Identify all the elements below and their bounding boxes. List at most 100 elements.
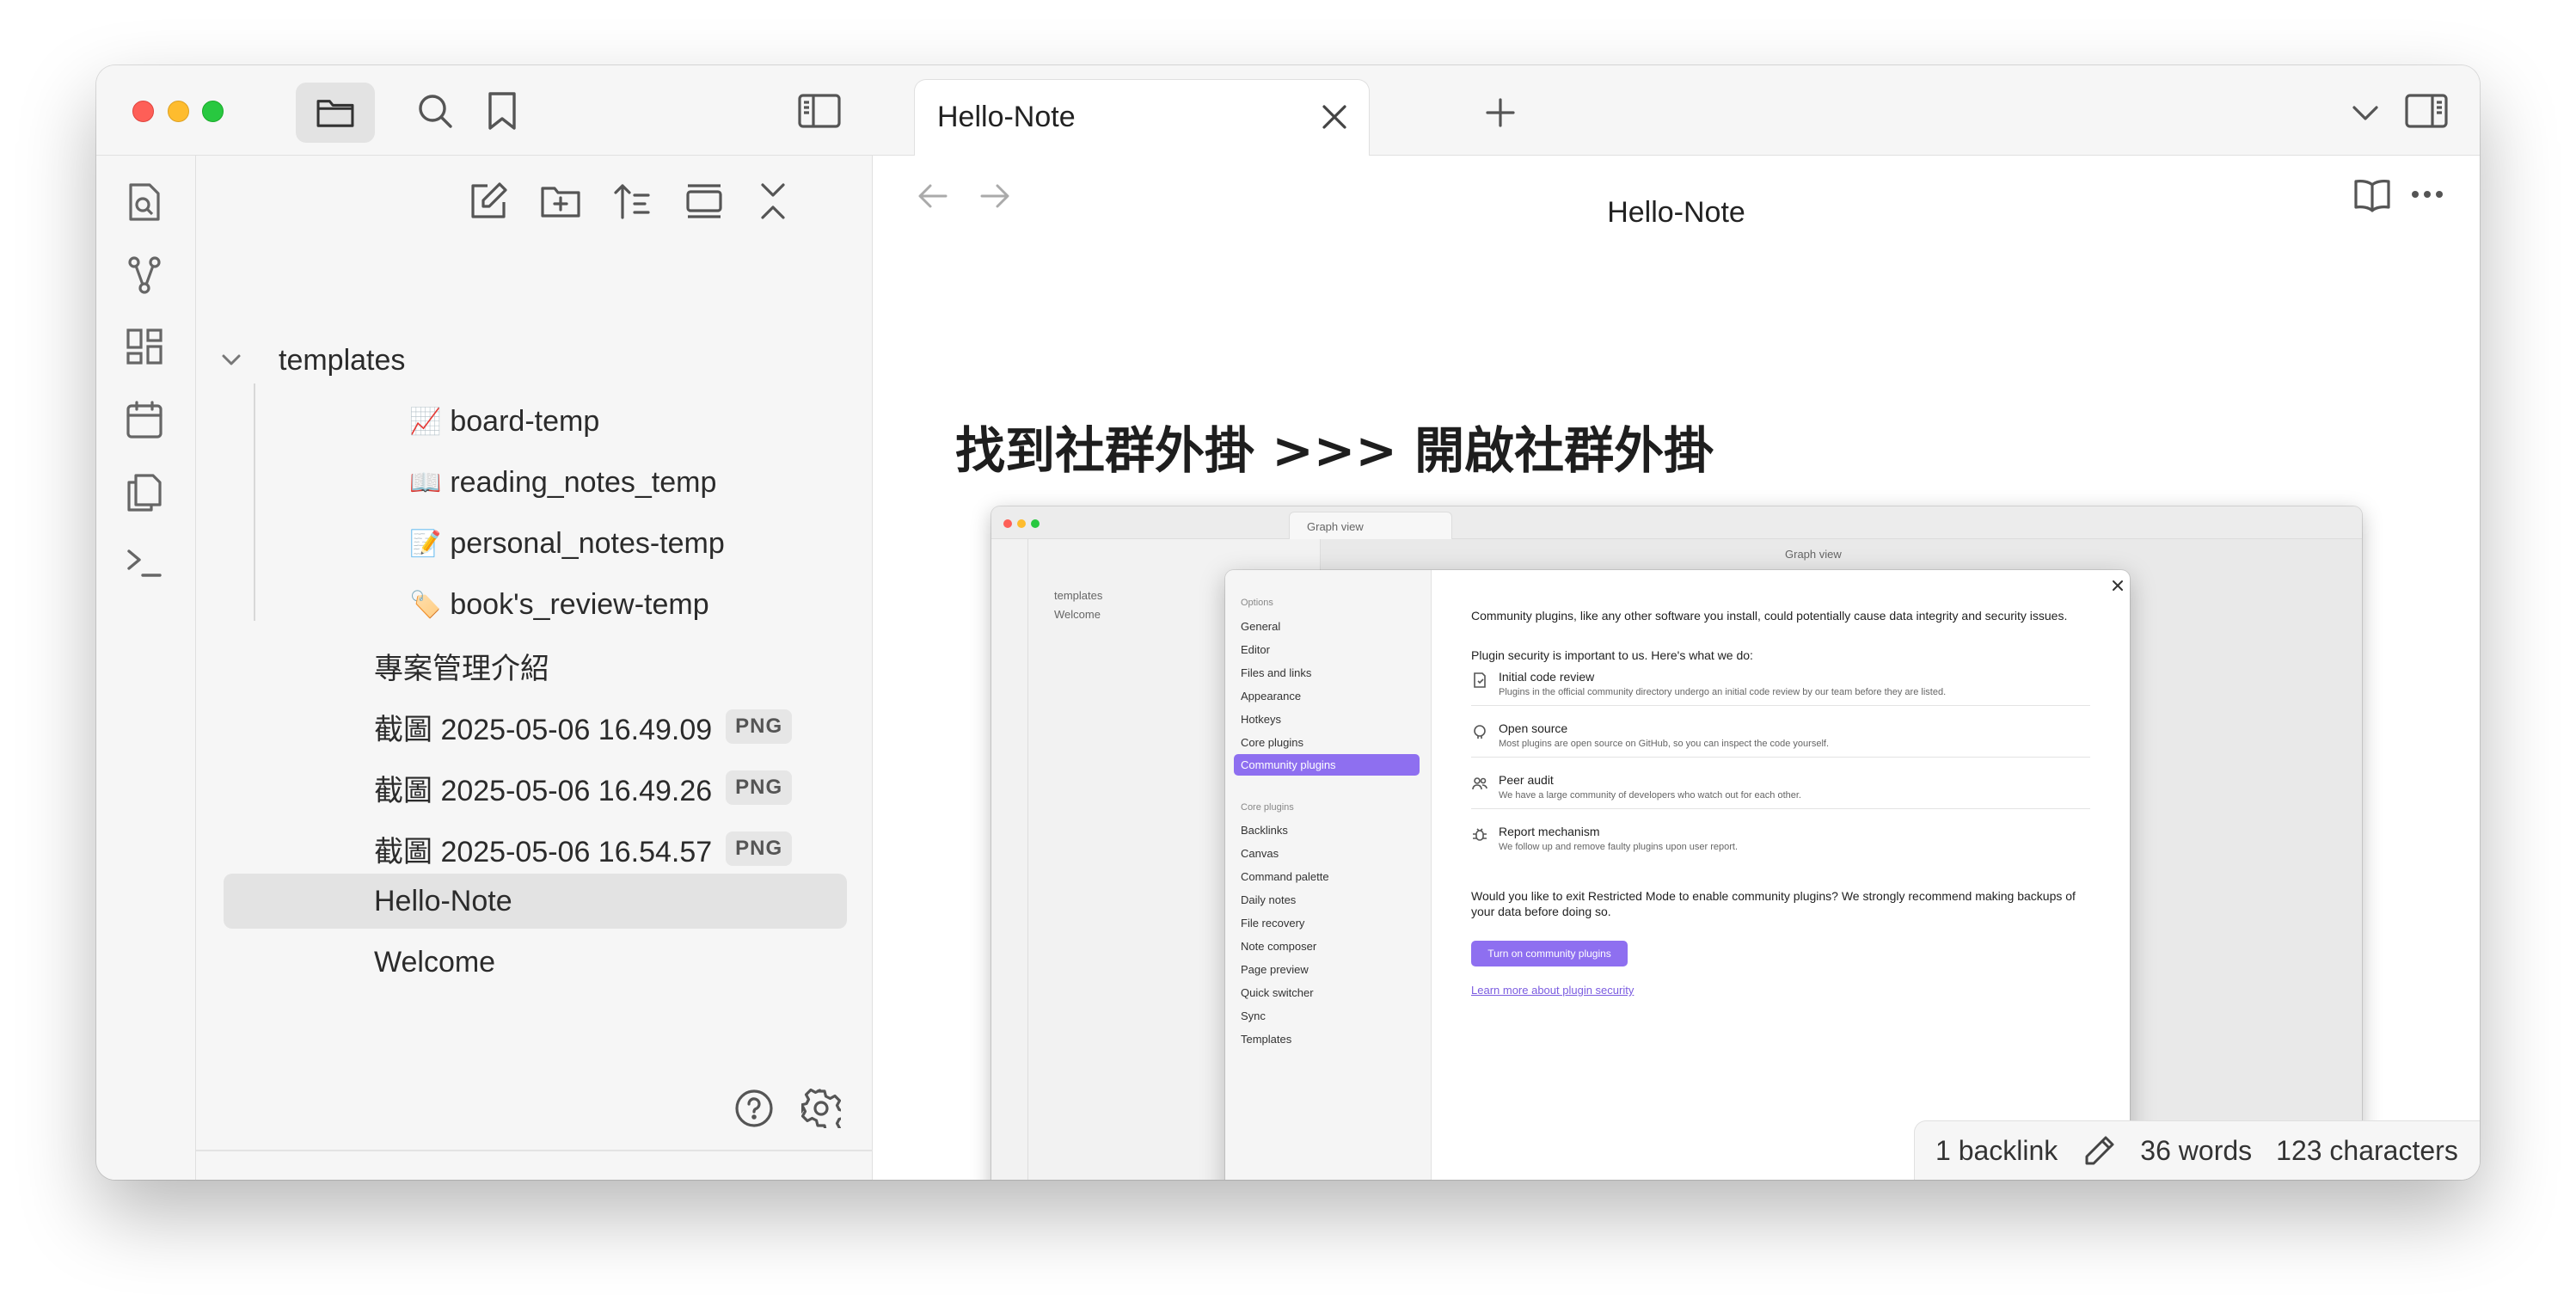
feature-title: Initial code review <box>1499 670 1595 684</box>
code-review-icon <box>1471 672 1488 689</box>
reading-view-icon[interactable] <box>2353 178 2391 212</box>
tab-bar: Hello-Note <box>873 65 2480 156</box>
file-item[interactable]: 截圖 2025-05-06 16.54.57 PNG <box>374 821 793 876</box>
file-item[interactable]: Welcome <box>374 935 495 990</box>
settings-nav: Options General Editor Files and links A… <box>1225 570 1432 1180</box>
settings-nav-item: Command palette <box>1241 870 1329 883</box>
minimize-window-button[interactable] <box>168 101 189 122</box>
new-note-icon[interactable] <box>469 181 508 221</box>
graph-view-icon[interactable] <box>126 255 163 295</box>
help-icon[interactable] <box>831 1179 870 1180</box>
file-item[interactable]: 📈 board-temp <box>409 394 599 449</box>
settings-nav-item: Canvas <box>1241 847 1279 860</box>
feature-desc: Most plugins are open source on GitHub, … <box>1499 739 1829 749</box>
new-folder-icon[interactable] <box>540 183 581 219</box>
templates-icon[interactable] <box>126 472 163 513</box>
feature-desc: We follow up and remove faulty plugins u… <box>1499 842 1739 852</box>
quick-switcher-icon[interactable] <box>126 181 163 223</box>
settings-nav-item: Page preview <box>1241 963 1309 976</box>
settings-nav-item: Backlinks <box>1241 824 1288 837</box>
embedded-ribbon <box>991 539 1028 1180</box>
note-heading: 找到社群外掛 >>> 開啟社群外掛 <box>955 421 1714 480</box>
settings-nav-item: Quick switcher <box>1241 986 1314 999</box>
ribbon <box>96 156 196 1180</box>
auto-reveal-icon[interactable] <box>684 183 724 219</box>
bookmark-icon[interactable] <box>487 91 518 131</box>
file-item[interactable]: 截圖 2025-05-06 16.49.09 PNG <box>374 699 793 754</box>
file-item-active[interactable]: Hello-Note <box>374 874 512 929</box>
sort-icon[interactable] <box>612 181 652 221</box>
settings-nav-item: Editor <box>1241 643 1270 656</box>
feature-desc: We have a large community of developers … <box>1499 790 1801 801</box>
sidebar-toggle-icon[interactable] <box>798 94 841 128</box>
file-item[interactable]: 📖 reading_notes_temp <box>409 455 716 510</box>
note-title: Hello-Note <box>1607 196 1745 229</box>
zoom-window-button[interactable] <box>202 101 224 122</box>
tab-hello-note[interactable]: Hello-Note <box>914 79 1370 156</box>
settings-gear-icon[interactable] <box>801 1089 841 1128</box>
chart-emoji-icon: 📈 <box>409 406 442 437</box>
new-tab-icon[interactable] <box>1485 97 1516 128</box>
calendar-icon[interactable] <box>126 400 163 439</box>
word-count: 36 words <box>2140 1134 2253 1166</box>
community-intro: Community plugins, like any other softwa… <box>1471 609 2068 623</box>
divider <box>1471 705 2090 706</box>
chevron-down-icon[interactable] <box>220 349 242 371</box>
settings-section-header: Core plugins <box>1241 802 1294 813</box>
canvas-icon[interactable] <box>126 328 163 365</box>
turn-on-community-plugins-button: Turn on community plugins <box>1471 941 1628 966</box>
edit-pencil-icon[interactable] <box>2083 1134 2116 1167</box>
search-icon[interactable] <box>416 92 454 130</box>
folder-icon[interactable] <box>296 83 375 143</box>
settings-nav-item: Templates <box>1241 1033 1292 1046</box>
feature-title: Report mechanism <box>1499 825 1600 838</box>
security-line: Plugin security is important to us. Here… <box>1471 648 1753 662</box>
backlink-count[interactable]: 1 backlink <box>1935 1135 2058 1167</box>
settings-nav-item: General <box>1241 620 1281 633</box>
folder-templates[interactable]: templates <box>279 333 405 388</box>
file-label: Welcome <box>374 945 496 979</box>
terminal-icon[interactable] <box>126 546 163 579</box>
file-label: board-temp <box>450 404 600 438</box>
left-titlebar <box>96 65 873 156</box>
file-item[interactable]: 專案管理介紹 <box>374 638 549 693</box>
file-label: reading_notes_temp <box>450 465 717 499</box>
file-type-badge: PNG <box>726 709 793 744</box>
embedded-zoom-dot <box>1031 519 1040 528</box>
file-item[interactable]: 📝 personal_notes-temp <box>409 516 725 571</box>
close-window-button[interactable] <box>132 101 154 122</box>
file-label: 專案管理介紹 <box>374 652 549 685</box>
restricted-mode-question: Would you like to exit Restricted Mode t… <box>1471 889 2076 918</box>
right-sidebar-toggle-icon[interactable] <box>2405 94 2448 128</box>
tab-label: Hello-Note <box>937 101 1076 133</box>
file-label: 截圖 2025-05-06 16.49.26 <box>374 774 713 807</box>
collapse-all-icon[interactable] <box>758 181 788 221</box>
chevron-down-icon[interactable] <box>2352 103 2379 122</box>
embedded-view-title: Graph view <box>1785 548 1842 561</box>
settings-nav-item: Daily notes <box>1241 893 1297 906</box>
more-options-icon[interactable] <box>2410 188 2444 200</box>
file-item[interactable]: 🏷️ book's_review-temp <box>409 577 709 632</box>
settings-content: Community plugins, like any other softwa… <box>1432 570 2130 1180</box>
file-label: personal_notes-temp <box>450 526 725 560</box>
settings-nav-item: Appearance <box>1241 690 1302 703</box>
settings-nav-item: Core plugins <box>1241 736 1303 749</box>
settings-nav-item: Hotkeys <box>1241 713 1281 726</box>
embedded-titlebar: Graph view <box>991 506 2362 539</box>
close-icon <box>2111 579 2125 592</box>
file-explorer: templates 📈 board-temp 📖 reading_notes_t… <box>196 156 873 1180</box>
help-icon[interactable] <box>734 1089 774 1128</box>
app-window: templates 📈 board-temp 📖 reading_notes_t… <box>96 65 2480 1180</box>
indent-guide <box>254 384 255 621</box>
file-type-badge: PNG <box>726 770 793 805</box>
file-label: book's_review-temp <box>450 587 709 621</box>
active-file-highlight <box>224 874 847 929</box>
book-emoji-icon: 📖 <box>409 467 442 498</box>
file-type-badge: PNG <box>726 831 793 866</box>
embedded-close-dot <box>1003 519 1012 528</box>
label-emoji-icon: 🏷️ <box>409 589 442 620</box>
file-item[interactable]: 截圖 2025-05-06 16.49.26 PNG <box>374 760 793 815</box>
feature-title: Peer audit <box>1499 773 1554 787</box>
embedded-tree-item: templates <box>1054 589 1103 602</box>
close-icon[interactable] <box>1321 103 1348 131</box>
